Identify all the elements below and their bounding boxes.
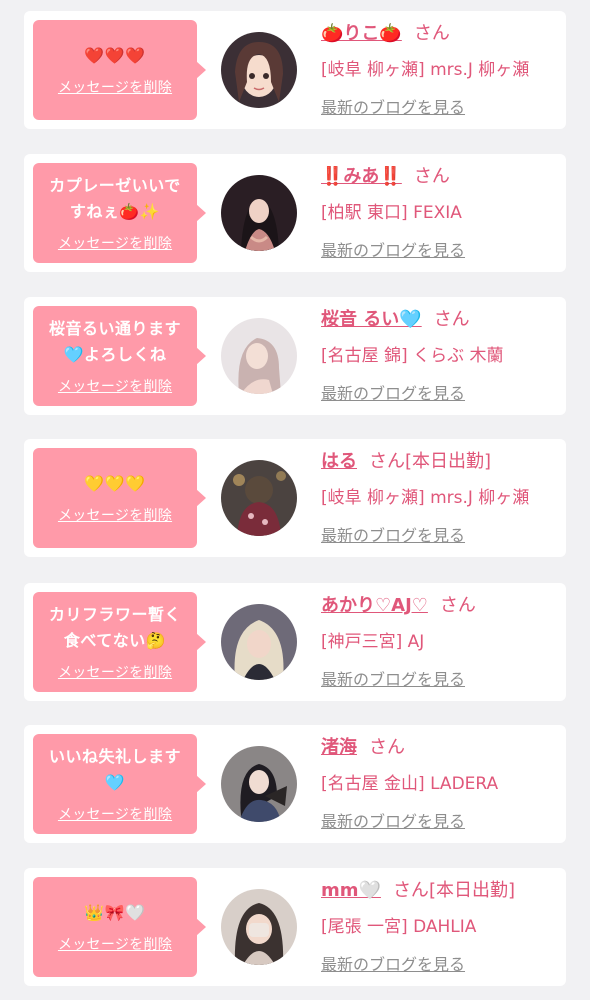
delete-message-link[interactable]: メッセージを削除: [58, 233, 172, 253]
latest-blog-link[interactable]: 最新のブログを見る: [321, 238, 465, 264]
shop-label: [名古屋 錦] くらぶ 木蘭: [321, 346, 504, 366]
honorific: さん: [369, 737, 405, 758]
avatar[interactable]: [221, 604, 297, 680]
message-card: 💛💛💛 メッセージを削除 はる さん[本日出勤] [岐阜 柳ヶ瀬] mrs.J 柳…: [24, 439, 566, 557]
shop-label: [尾張 一宮] DAHLIA: [321, 917, 477, 937]
user-name-link[interactable]: 桜音 るい🩵: [321, 309, 422, 330]
delete-message-link[interactable]: メッセージを削除: [58, 804, 172, 824]
delete-message-link[interactable]: メッセージを削除: [58, 934, 172, 954]
honorific: さん: [433, 309, 470, 330]
user-name-link[interactable]: 渚海: [321, 737, 357, 758]
shop-label: [岐阜 柳ヶ瀬] mrs.J 柳ヶ瀬: [321, 60, 530, 80]
honorific: さん: [369, 451, 405, 472]
delete-message-link[interactable]: メッセージを削除: [58, 662, 172, 682]
message-card: ❤️❤️❤️ メッセージを削除 🍅りこ🍅 さん [岐阜 柳ヶ瀬] mrs.J 柳ヶ…: [24, 11, 566, 129]
message-text: カプレーゼいいで すねぇ🍅✨: [49, 176, 181, 221]
message-card: カプレーゼいいで すねぇ🍅✨ メッセージを削除 ‼️みあ‼️ さん [柏駅 東口]…: [24, 154, 566, 272]
honorific: さん: [439, 595, 476, 616]
message-text: 桜音るい通ります 🩵よろしくね: [48, 319, 181, 364]
delete-message-link[interactable]: メッセージを削除: [58, 77, 172, 97]
avatar[interactable]: [221, 460, 297, 536]
message-text: いいね失礼します 🩵: [48, 747, 181, 792]
shop-label: [名古屋 金山] LADERA: [321, 774, 499, 794]
honorific: さん: [413, 166, 450, 187]
latest-blog-link[interactable]: 最新のブログを見る: [321, 381, 465, 407]
message-card: カリフラワー暫く 食べてない🤔 メッセージを削除 あかり♡AJ♡ さん [神戸三宮…: [24, 583, 566, 701]
user-name-link[interactable]: はる: [321, 451, 357, 472]
message-card: 桜音るい通ります 🩵よろしくね メッセージを削除 桜音 るい🩵 さん [名古屋 錦…: [24, 297, 566, 415]
message-text: カリフラワー暫く 食べてない🤔: [48, 605, 181, 650]
honorific: さん: [392, 880, 429, 901]
latest-blog-link[interactable]: 最新のブログを見る: [321, 667, 465, 693]
latest-blog-link[interactable]: 最新のブログを見る: [321, 952, 465, 978]
message-bubble: 桜音るい通ります 🩵よろしくね メッセージを削除: [33, 306, 206, 406]
shop-label: [岐阜 柳ヶ瀬] mrs.J 柳ヶ瀬: [321, 488, 530, 508]
honorific: さん: [413, 23, 450, 44]
delete-message-link[interactable]: メッセージを削除: [58, 376, 172, 396]
message-text: ❤️❤️❤️: [84, 46, 146, 65]
status-tag: [本日出勤]: [428, 880, 515, 901]
latest-blog-link[interactable]: 最新のブログを見る: [321, 523, 465, 549]
latest-blog-link[interactable]: 最新のブログを見る: [321, 809, 465, 835]
message-bubble: ❤️❤️❤️ メッセージを削除: [33, 20, 206, 120]
status-tag: [本日出勤]: [405, 451, 492, 472]
message-card: いいね失礼します 🩵 メッセージを削除 渚海 さん [名古屋 金山] LADERA…: [24, 725, 566, 843]
user-name-link[interactable]: ‼️みあ‼️: [321, 166, 402, 187]
user-name-link[interactable]: あかり♡AJ♡: [321, 595, 428, 616]
avatar[interactable]: [221, 318, 297, 394]
message-bubble: 💛💛💛 メッセージを削除: [33, 448, 206, 548]
avatar[interactable]: [221, 32, 297, 108]
message-bubble: 👑🎀🤍 メッセージを削除: [33, 877, 206, 977]
user-name-link[interactable]: 🍅りこ🍅: [321, 23, 402, 44]
latest-blog-link[interactable]: 最新のブログを見る: [321, 95, 465, 121]
delete-message-link[interactable]: メッセージを削除: [58, 505, 172, 525]
avatar[interactable]: [221, 889, 297, 965]
message-text: 👑🎀🤍: [84, 903, 146, 922]
avatar[interactable]: [221, 746, 297, 822]
message-text: 💛💛💛: [84, 474, 146, 493]
shop-label: [神戸三宮] AJ: [321, 632, 425, 652]
message-bubble: いいね失礼します 🩵 メッセージを削除: [33, 734, 206, 834]
message-card: 👑🎀🤍 メッセージを削除 mm🤍 さん[本日出勤] [尾張 一宮] DAHLIA …: [24, 868, 566, 986]
avatar[interactable]: [221, 175, 297, 251]
message-bubble: カリフラワー暫く 食べてない🤔 メッセージを削除: [33, 592, 206, 692]
message-list: ❤️❤️❤️ メッセージを削除 🍅りこ🍅 さん [岐阜 柳ヶ瀬] mrs.J 柳ヶ…: [0, 0, 590, 1000]
shop-label: [柏駅 東口] FEXIA: [321, 203, 462, 223]
message-bubble: カプレーゼいいで すねぇ🍅✨ メッセージを削除: [33, 163, 206, 263]
user-name-link[interactable]: mm🤍: [321, 880, 381, 901]
